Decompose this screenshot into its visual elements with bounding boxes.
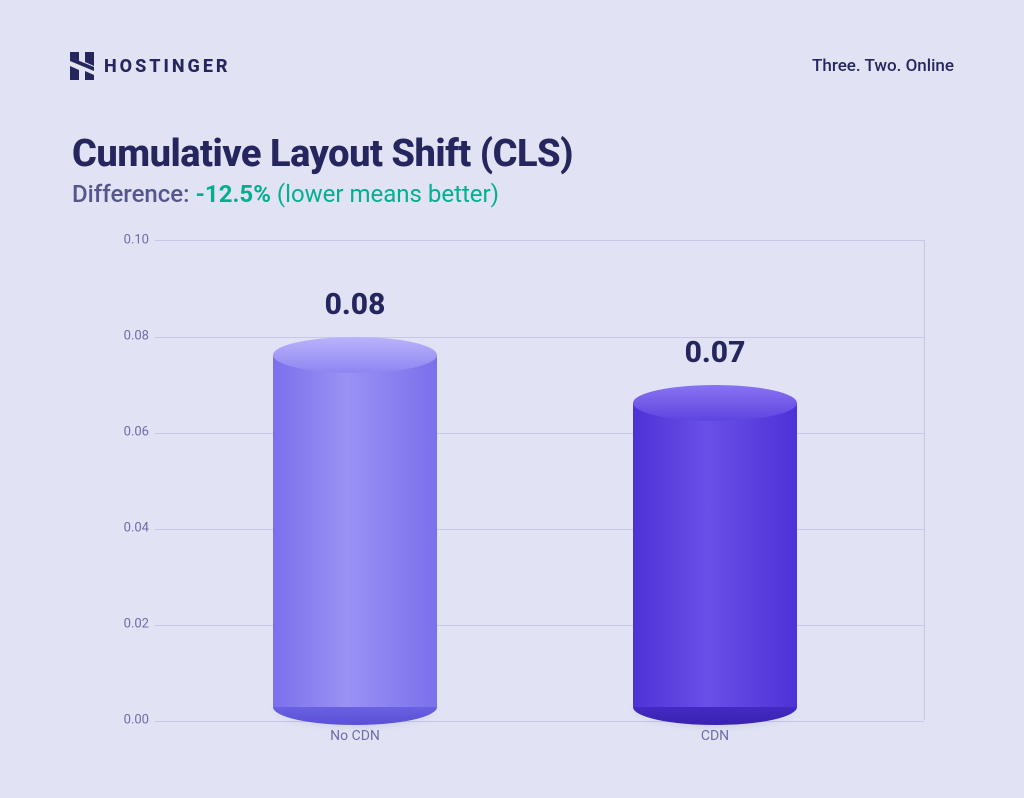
gridline — [155, 721, 924, 722]
value-label-no-cdn: 0.08 — [325, 287, 386, 322]
value-label-cdn: 0.07 — [685, 335, 746, 370]
xtick-no-cdn: No CDN — [330, 728, 380, 744]
gridline — [155, 625, 924, 626]
gridline — [155, 529, 924, 530]
bar-body — [273, 355, 437, 707]
brand: HOSTINGER — [70, 52, 231, 80]
tagline: Three. Two. Online — [812, 56, 954, 76]
difference-note: (lower means better) — [271, 180, 499, 208]
ytick-0: 0.00 — [105, 713, 149, 728]
ytick-2: 0.04 — [105, 521, 149, 536]
bar-top-cap — [633, 385, 797, 421]
ytick-1: 0.02 — [105, 617, 149, 632]
subtitle-prefix: Difference: — [72, 180, 195, 208]
xtick-cdn: CDN — [701, 728, 729, 744]
header: HOSTINGER Three. Two. Online — [70, 52, 954, 80]
bar-top-cap — [273, 337, 437, 373]
ytick-4: 0.08 — [105, 329, 149, 344]
gridline — [155, 337, 924, 338]
ytick-3: 0.06 — [105, 425, 149, 440]
bar-chart: 0.00 0.02 0.04 0.06 0.08 0.10 0.08 0.07 … — [105, 240, 925, 750]
plot-area: 0.08 0.07 — [155, 240, 925, 720]
brand-name: HOSTINGER — [104, 56, 231, 77]
gridline — [155, 433, 924, 434]
bar-cdn — [633, 385, 797, 721]
hostinger-logo-icon — [70, 52, 94, 80]
ytick-5: 0.10 — [105, 233, 149, 248]
difference-value: -12.5% — [195, 180, 270, 208]
bar-no-cdn — [273, 337, 437, 721]
chart-title: Cumulative Layout Shift (CLS) — [72, 132, 573, 176]
bar-body — [633, 403, 797, 707]
title-block: Cumulative Layout Shift (CLS) Difference… — [72, 132, 573, 208]
chart-subtitle: Difference: -12.5% (lower means better) — [72, 180, 573, 208]
